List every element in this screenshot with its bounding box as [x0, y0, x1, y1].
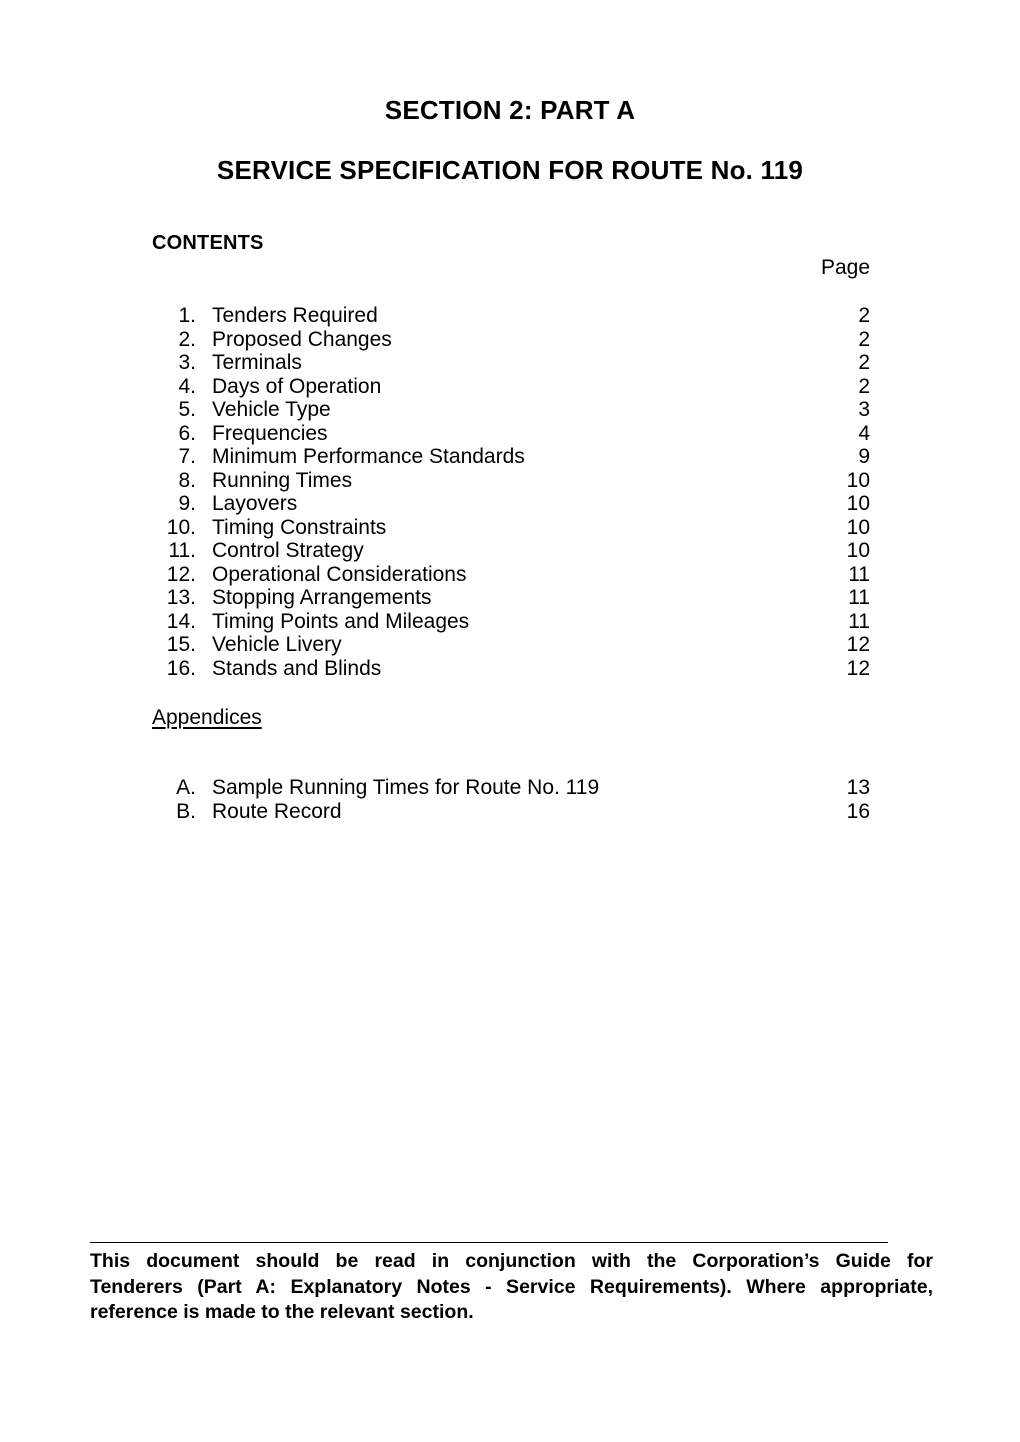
- toc-item-page: 12: [846, 633, 870, 656]
- toc-item-label: Timing Constraints: [212, 515, 387, 539]
- page-title-section: SECTION 2: PART A: [384, 95, 636, 125]
- toc-item-label: Operational Considerations: [212, 562, 467, 586]
- footer-note-line: This document should be read in conjunct…: [90, 1250, 933, 1272]
- toc-item-page: 12: [846, 656, 870, 680]
- toc-row: 13. Stopping Arrangements 11: [0, 586, 1020, 610]
- toc-item-page: 2: [858, 327, 870, 351]
- appendix-item-page: 16: [846, 799, 870, 823]
- toc-item-label: Terminals: [212, 351, 302, 374]
- toc-item-number: 11.: [168, 539, 196, 562]
- toc-item-page: 11: [848, 562, 870, 586]
- footer-note-line: Tenderers (Part A: Explanatory Notes - S…: [90, 1275, 933, 1298]
- toc-item-page: 4: [858, 421, 870, 445]
- toc-item-label: Vehicle Type: [212, 398, 331, 421]
- toc-row: 10. Timing Constraints 10: [0, 516, 1020, 540]
- footer-note: This document should be read in conjunct…: [90, 1249, 933, 1326]
- toc-item-number: 16.: [166, 656, 196, 680]
- toc-item-label: Control Strategy: [212, 539, 364, 562]
- toc-item-label: Frequencies: [212, 421, 328, 445]
- toc-item-label: Layovers: [212, 492, 298, 515]
- toc-row: 7. Minimum Performance Standards 9: [0, 445, 1020, 469]
- toc-item-number: 8.: [178, 468, 196, 492]
- toc-row: 12. Operational Considerations 11: [0, 563, 1020, 587]
- toc-row: 8. Running Times 10: [0, 469, 1020, 493]
- toc-row: 2. Proposed Changes 2: [0, 328, 1020, 352]
- appendices-list: A. Sample Running Times for Route No. 11…: [0, 776, 1020, 823]
- appendix-row: B. Route Record 16: [0, 800, 1020, 824]
- toc-item-page: 10: [846, 539, 870, 562]
- toc-item-number: 7.: [178, 445, 196, 468]
- toc-item-number: 14.: [166, 609, 196, 633]
- appendix-item-label: Route Record: [212, 799, 342, 823]
- toc-item-page: 3: [858, 398, 870, 421]
- toc-item-page: 11: [848, 586, 870, 609]
- footer-divider: [90, 1242, 888, 1243]
- page-column-header: Page: [820, 256, 870, 279]
- toc-row: 5. Vehicle Type 3: [0, 398, 1020, 422]
- toc-item-number: 10.: [166, 515, 196, 539]
- toc-row: 14. Timing Points and Mileages 11: [0, 610, 1020, 634]
- toc-item-page: 10: [846, 492, 870, 515]
- toc-item-number: 12.: [166, 562, 196, 586]
- toc-row: 4. Days of Operation 2: [0, 375, 1020, 399]
- toc-item-number: 13.: [166, 586, 196, 609]
- toc-row: 6. Frequencies 4: [0, 422, 1020, 446]
- toc-item-number: 3.: [178, 351, 196, 374]
- toc-item-label: Tenders Required: [212, 304, 378, 327]
- toc-item-label: Stands and Blinds: [212, 656, 382, 680]
- appendices-heading: Appendices: [152, 706, 262, 729]
- footer-note-line: reference is made to the relevant sectio…: [90, 1301, 474, 1323]
- toc-item-number: 9.: [178, 492, 196, 515]
- appendix-row: A. Sample Running Times for Route No. 11…: [0, 776, 1020, 800]
- toc-item-page: 2: [858, 351, 870, 374]
- appendix-item-letter: A.: [176, 776, 196, 799]
- toc-item-page: 2: [858, 304, 870, 327]
- toc-item-page: 10: [846, 468, 870, 492]
- toc-item-number: 2.: [178, 327, 196, 351]
- toc-item-page: 10: [846, 515, 870, 539]
- appendix-item-label: Sample Running Times for Route No. 119: [212, 776, 600, 799]
- appendix-item-letter: B.: [176, 799, 196, 823]
- toc-item-number: 6.: [178, 421, 196, 445]
- toc-item-label: Days of Operation: [212, 374, 382, 398]
- toc-row: 1. Tenders Required 2: [0, 304, 1020, 328]
- toc-item-number: 4.: [178, 374, 196, 398]
- toc-item-label: Minimum Performance Standards: [212, 445, 525, 468]
- toc-item-label: Timing Points and Mileages: [212, 609, 470, 633]
- document-page: SECTION 2: PART A SERVICE SPECIFICATION …: [0, 0, 1020, 1442]
- page-title-service-specification: SERVICE SPECIFICATION FOR ROUTE No. 119: [216, 155, 804, 185]
- toc-row: 15. Vehicle Livery 12: [0, 633, 1020, 657]
- contents-heading: CONTENTS: [152, 232, 264, 254]
- toc-item-page: 2: [858, 374, 870, 398]
- toc-row: 16. Stands and Blinds 12: [0, 657, 1020, 681]
- table-of-contents: 1. Tenders Required 2 2. Proposed Change…: [0, 304, 1020, 680]
- toc-row: 9. Layovers 10: [0, 492, 1020, 516]
- toc-item-page: 9: [858, 445, 870, 468]
- toc-item-label: Stopping Arrangements: [212, 586, 432, 609]
- toc-item-label: Vehicle Livery: [212, 633, 342, 656]
- toc-item-number: 15.: [166, 633, 196, 656]
- toc-row: 3. Terminals 2: [0, 351, 1020, 375]
- toc-item-number: 5.: [178, 398, 196, 421]
- toc-item-label: Proposed Changes: [212, 327, 392, 351]
- toc-item-number: 1.: [178, 304, 196, 327]
- appendix-item-page: 13: [846, 776, 870, 799]
- toc-row: 11. Control Strategy 10: [0, 539, 1020, 563]
- toc-item-page: 11: [848, 609, 870, 633]
- toc-item-label: Running Times: [212, 468, 353, 492]
